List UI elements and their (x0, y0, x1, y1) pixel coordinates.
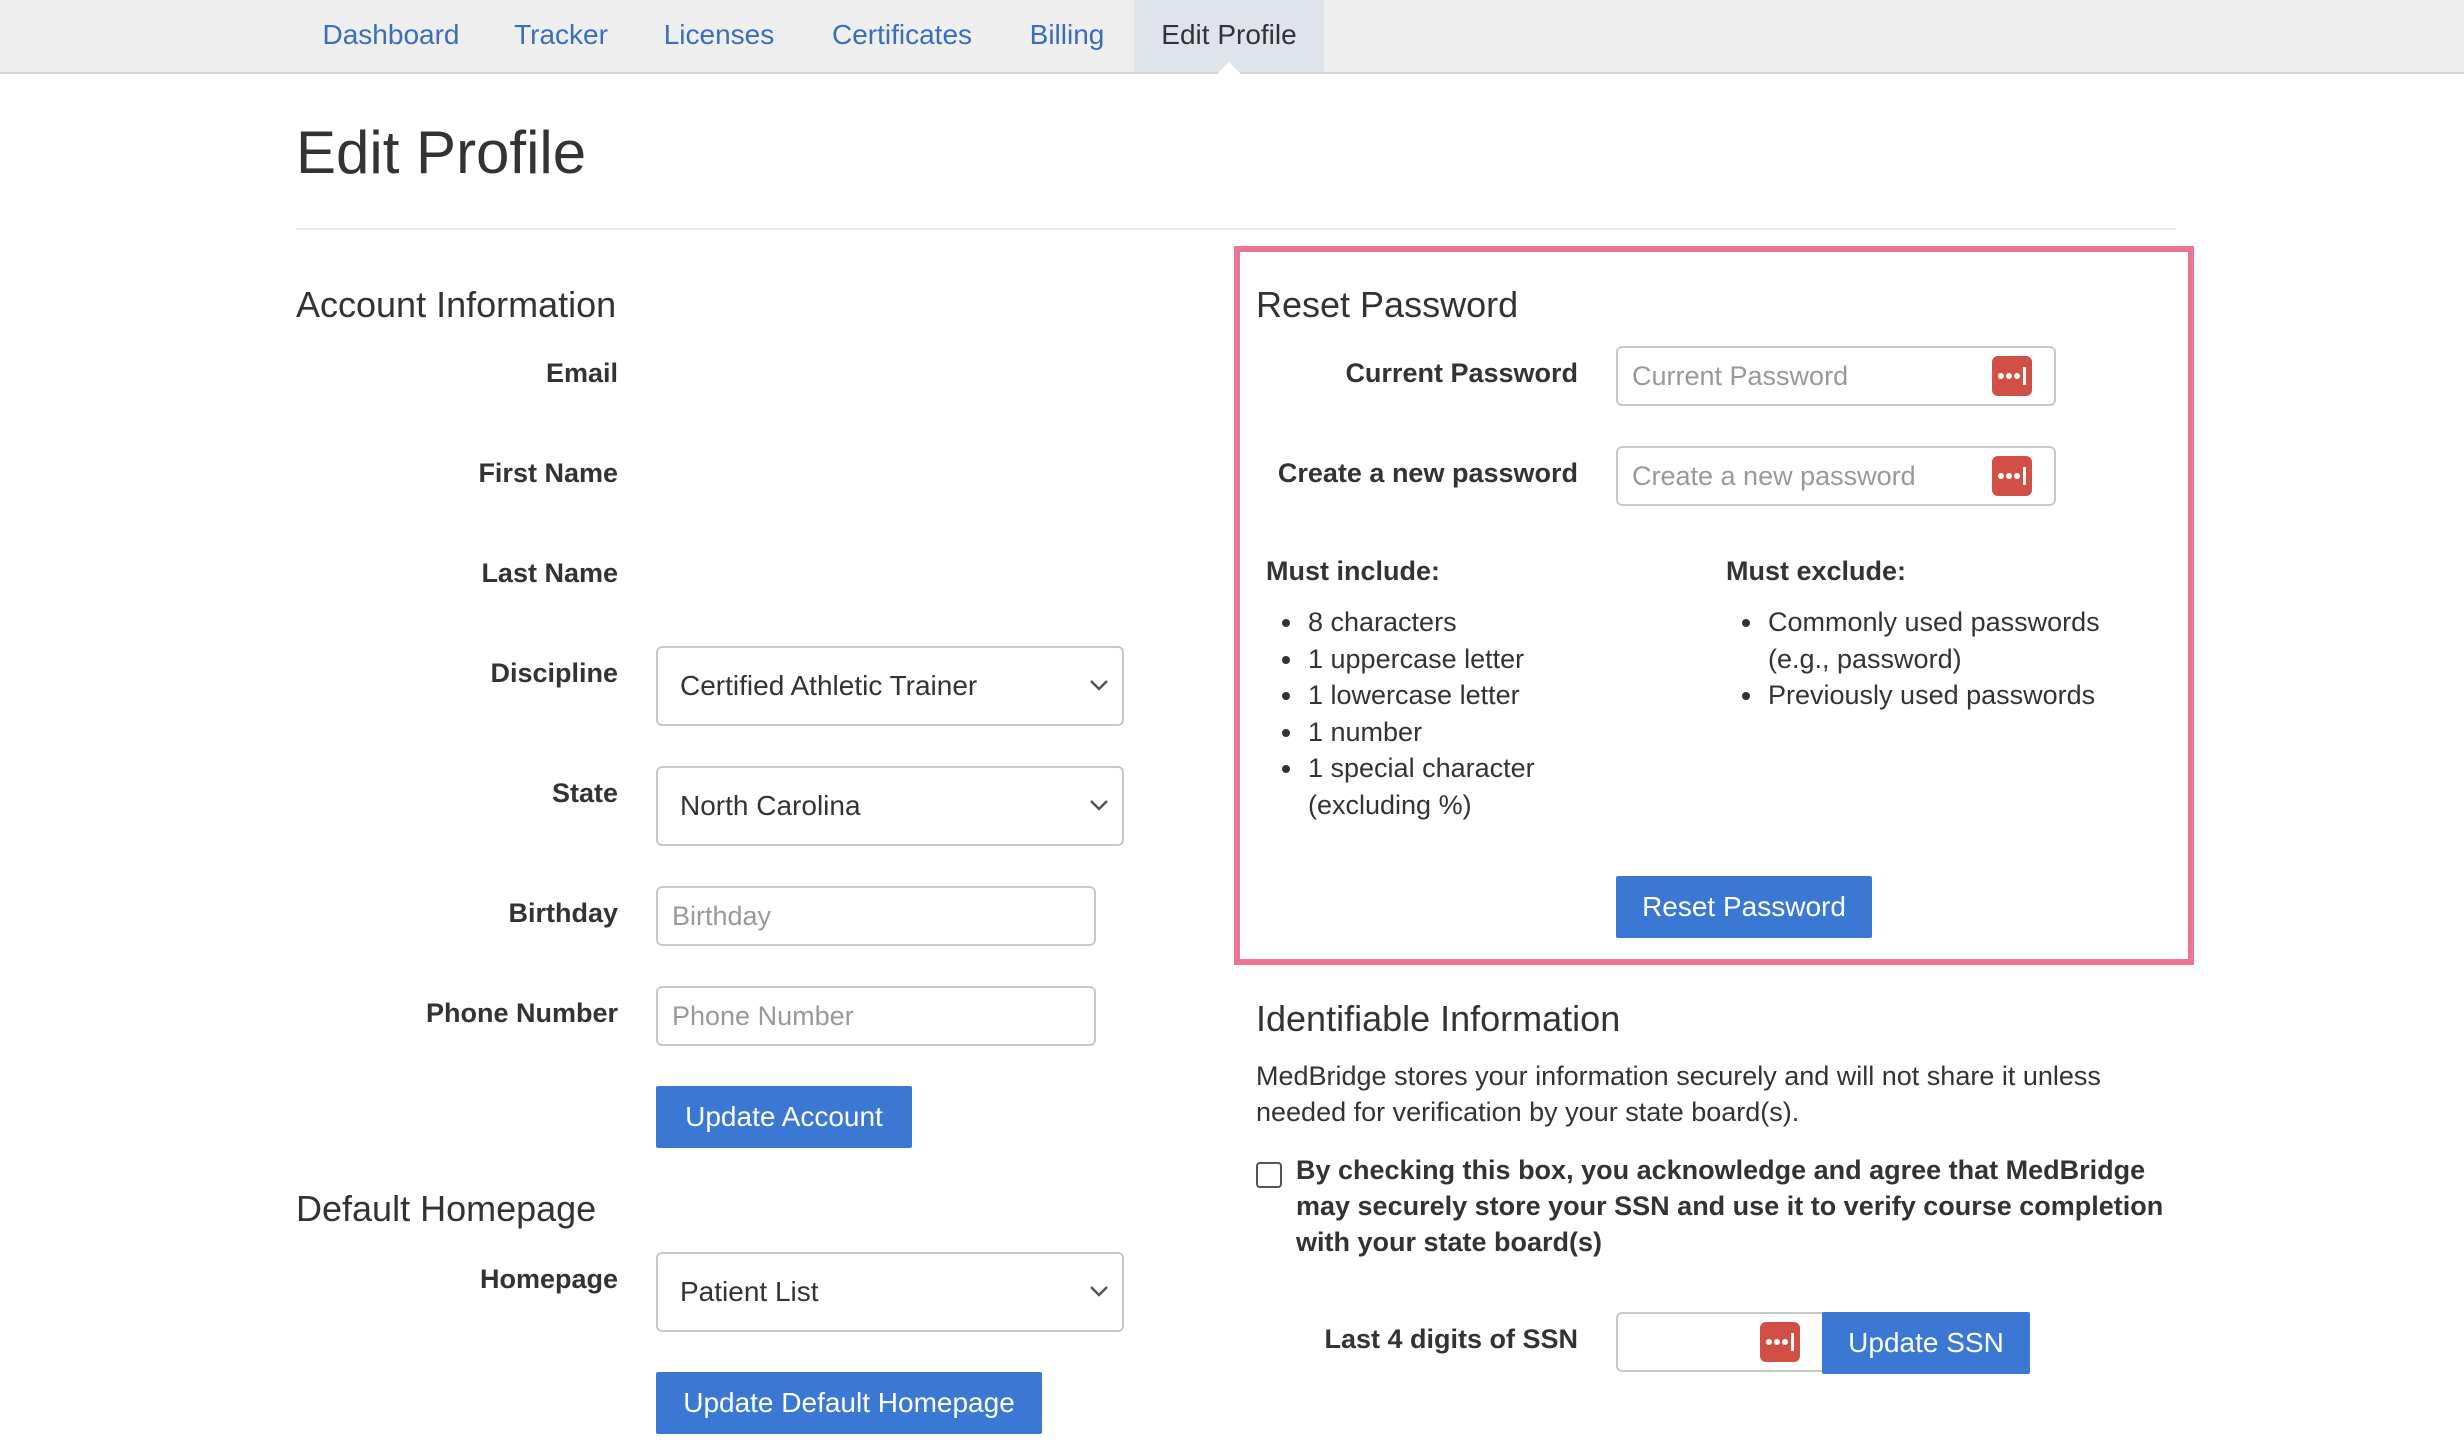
birthday-input[interactable]: Birthday (656, 886, 1096, 946)
ssn-consent-label: By checking this box, you acknowledge an… (1296, 1155, 2164, 1257)
homepage-value: Patient List (680, 1276, 819, 1307)
must-include-list: 8 characters 1 uppercase letter 1 lowerc… (1266, 604, 1596, 823)
tab-licenses[interactable]: Licenses (646, 0, 792, 72)
list-item: 8 characters (1266, 604, 1596, 641)
homepage-label: Homepage (479, 1264, 618, 1294)
current-password-placeholder: Current Password (1632, 361, 1849, 391)
ssn-consent-checkbox[interactable] (1256, 1162, 1282, 1188)
top-navigation: Dashboard Tracker Licenses Certificates … (0, 0, 2464, 74)
current-password-label: Current Password (1345, 358, 1578, 388)
tab-dashboard[interactable]: Dashboard (302, 0, 480, 72)
state-label: State (551, 778, 618, 808)
last-name-label: Last Name (481, 558, 618, 588)
phone-number-label: Phone Number (425, 998, 618, 1028)
list-item: 1 special character (excluding %) (1266, 750, 1596, 823)
list-item: Commonly used passwords (e.g., password) (1726, 604, 2146, 677)
account-information-heading: Account Information (296, 284, 617, 325)
ssn-input[interactable] (1616, 1312, 1824, 1372)
discipline-value: Certified Athletic Trainer (680, 670, 978, 701)
discipline-select[interactable]: Certified Athletic Trainer (656, 646, 1124, 726)
identifiable-description: MedBridge stores your information secure… (1256, 1061, 2101, 1127)
reset-password-button[interactable]: Reset Password (1616, 876, 1872, 938)
must-exclude-list: Commonly used passwords (e.g., password)… (1726, 604, 2146, 714)
reset-password-heading: Reset Password (1256, 284, 1519, 325)
update-ssn-button[interactable]: Update SSN (1822, 1312, 2030, 1374)
first-name-label: First Name (478, 458, 618, 488)
tab-billing[interactable]: Billing (1010, 0, 1124, 72)
state-select[interactable]: North Carolina (656, 766, 1124, 846)
homepage-select[interactable]: Patient List (656, 1252, 1124, 1332)
update-default-homepage-button[interactable]: Update Default Homepage (656, 1372, 1042, 1434)
password-dots-icon[interactable] (1992, 356, 2032, 396)
new-password-input[interactable]: Create a new password (1616, 446, 2056, 506)
chevron-down-icon (1090, 800, 1108, 811)
new-password-placeholder: Create a new password (1632, 461, 1916, 491)
list-item: 1 uppercase letter (1266, 641, 1596, 678)
title-divider (296, 228, 2176, 230)
tab-certificates[interactable]: Certificates (814, 0, 990, 72)
update-account-button[interactable]: Update Account (656, 1086, 912, 1148)
chevron-down-icon (1090, 680, 1108, 691)
ssn-label: Last 4 digits of SSN (1324, 1324, 1578, 1354)
email-label: Email (545, 358, 618, 388)
tab-tracker[interactable]: Tracker (498, 0, 624, 72)
must-include-heading: Must include: (1266, 556, 1440, 586)
current-password-input[interactable]: Current Password (1616, 346, 2056, 406)
list-item: 1 lowercase letter (1266, 677, 1596, 714)
chevron-down-icon (1090, 1286, 1108, 1297)
discipline-label: Discipline (490, 658, 618, 688)
state-value: North Carolina (680, 790, 861, 821)
password-dots-icon[interactable] (1992, 456, 2032, 496)
new-password-label: Create a new password (1277, 458, 1578, 488)
default-homepage-heading: Default Homepage (296, 1188, 597, 1229)
page-title: Edit Profile (296, 119, 587, 186)
tab-edit-profile[interactable]: Edit Profile (1134, 0, 1324, 74)
list-item: 1 number (1266, 714, 1596, 751)
birthday-label: Birthday (508, 898, 618, 928)
must-exclude-heading: Must exclude: (1726, 556, 1907, 586)
phone-number-input[interactable]: Phone Number (656, 986, 1096, 1046)
identifiable-information-heading: Identifiable Information (1256, 998, 1621, 1039)
password-dots-icon[interactable] (1760, 1322, 1800, 1362)
list-item: Previously used passwords (1726, 677, 2146, 714)
